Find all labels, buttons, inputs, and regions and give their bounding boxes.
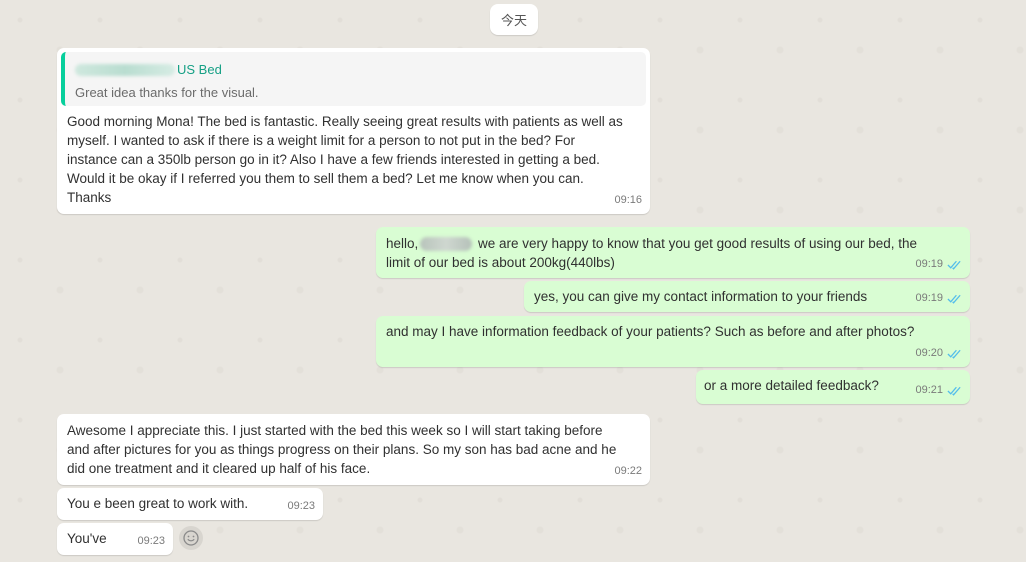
smiley-icon xyxy=(183,530,199,546)
incoming-message[interactable]: US Bed Great idea thanks for the visual.… xyxy=(57,48,650,214)
message-text: or a more detailed feedback? xyxy=(704,378,879,393)
message-line: did one treatment and it cleared up half… xyxy=(67,461,371,476)
message-line: Awesome I appreciate this. I just starte… xyxy=(67,423,603,438)
outgoing-message[interactable]: yes, you can give my contact information… xyxy=(524,281,970,312)
message-line: we are very happy to know that you get g… xyxy=(474,236,918,251)
message-line: myself. I wanted to ask if there is a we… xyxy=(67,133,576,148)
message-line: Thanks xyxy=(67,190,112,205)
message-time: 09:20 xyxy=(915,347,943,359)
date-divider: 今天 xyxy=(490,4,538,35)
read-ticks-icon xyxy=(947,386,961,396)
quoted-reply[interactable]: US Bed Great idea thanks for the visual. xyxy=(61,52,646,106)
message-time: 09:22 xyxy=(614,465,642,477)
message-line: Would it be okay if I referred you them … xyxy=(67,171,584,186)
message-line: and after pictures for you as things pro… xyxy=(67,442,617,457)
message-time: 09:19 xyxy=(915,258,943,270)
incoming-message[interactable]: Awesome I appreciate this. I just starte… xyxy=(57,414,650,485)
message-text: You e been great to work with. xyxy=(67,496,249,511)
message-greeting: hello, xyxy=(386,236,419,251)
blurred-recipient-name xyxy=(420,237,473,252)
blurred-sender-name xyxy=(75,64,175,77)
message-line: limit of our bed is about 200kg(440lbs) xyxy=(386,255,615,270)
read-ticks-icon xyxy=(947,349,961,359)
message-time: 09:16 xyxy=(614,194,642,206)
outgoing-message[interactable]: or a more detailed feedback? 09:21 xyxy=(696,370,970,404)
message-text: and may I have information feedback of y… xyxy=(386,324,915,339)
message-time: 09:21 xyxy=(915,384,943,396)
incoming-message[interactable]: You've 09:23 xyxy=(57,523,173,555)
read-ticks-icon xyxy=(947,260,961,270)
message-text: yes, you can give my contact information… xyxy=(534,289,868,304)
outgoing-message[interactable]: hello, we are very happy to know that yo… xyxy=(376,227,970,278)
incoming-message[interactable]: You e been great to work with. 09:23 xyxy=(57,488,323,520)
message-text: You've xyxy=(67,531,107,546)
quoted-text: Great idea thanks for the visual. xyxy=(75,85,259,100)
message-line: instance can a 350lb person go in it? Al… xyxy=(67,152,600,167)
message-line: Good morning Mona! The bed is fantastic.… xyxy=(67,114,623,129)
message-time: 09:23 xyxy=(137,535,165,547)
outgoing-message[interactable]: and may I have information feedback of y… xyxy=(376,316,970,367)
quoted-sender: US Bed xyxy=(177,62,222,77)
message-time: 09:19 xyxy=(915,292,943,304)
react-emoji-button[interactable] xyxy=(179,526,203,550)
read-ticks-icon xyxy=(947,294,961,304)
message-time: 09:23 xyxy=(287,500,315,512)
